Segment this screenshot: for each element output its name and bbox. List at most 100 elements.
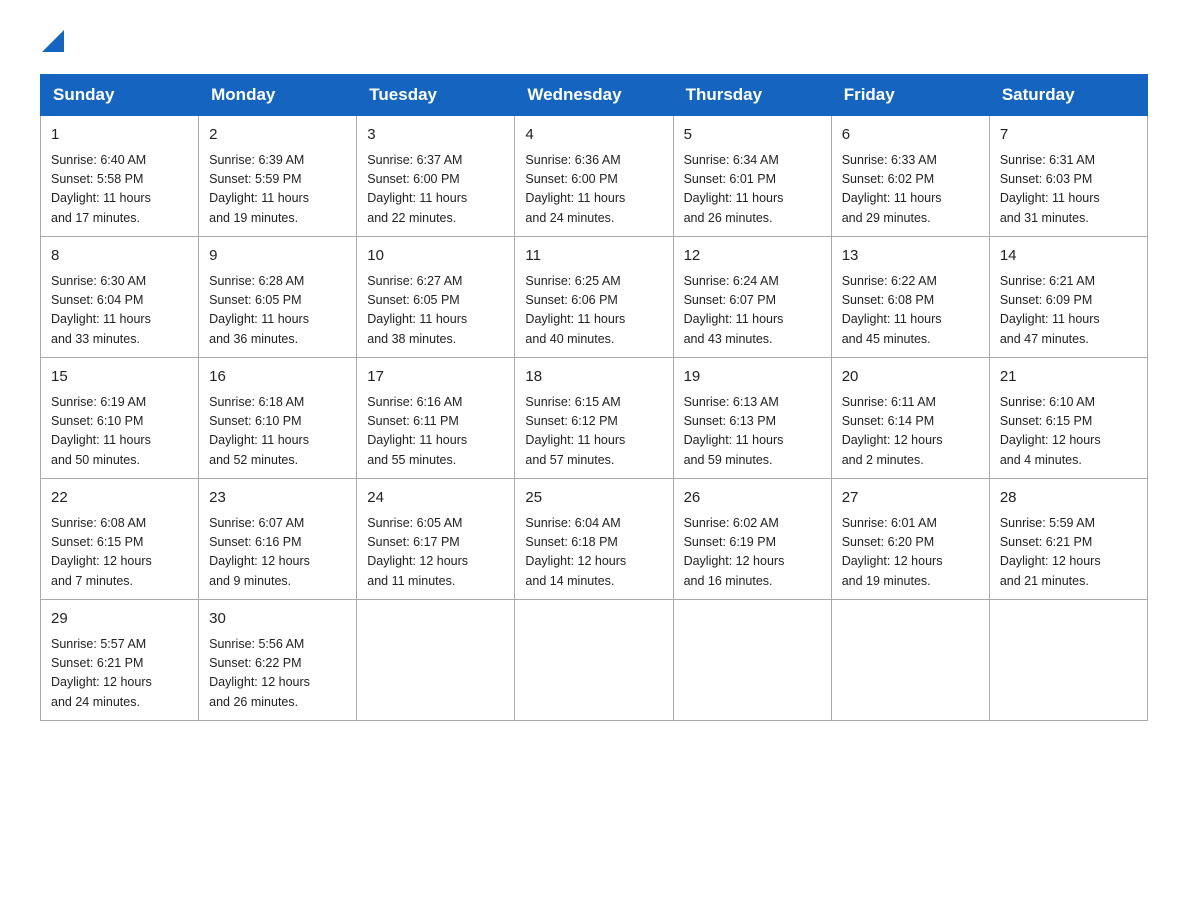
- calendar-header-row: SundayMondayTuesdayWednesdayThursdayFrid…: [41, 75, 1148, 116]
- calendar-cell: 23 Sunrise: 6:07 AMSunset: 6:16 PMDaylig…: [199, 479, 357, 600]
- calendar-cell: 24 Sunrise: 6:05 AMSunset: 6:17 PMDaylig…: [357, 479, 515, 600]
- day-info: Sunrise: 6:16 AMSunset: 6:11 PMDaylight:…: [367, 393, 504, 471]
- week-row-5: 29 Sunrise: 5:57 AMSunset: 6:21 PMDaylig…: [41, 600, 1148, 721]
- day-number: 2: [209, 124, 346, 147]
- day-info: Sunrise: 6:27 AMSunset: 6:05 PMDaylight:…: [367, 272, 504, 350]
- day-info: Sunrise: 6:13 AMSunset: 6:13 PMDaylight:…: [684, 393, 821, 471]
- day-number: 25: [525, 487, 662, 510]
- day-number: 9: [209, 245, 346, 268]
- day-number: 4: [525, 124, 662, 147]
- header-thursday: Thursday: [673, 75, 831, 116]
- day-number: 28: [1000, 487, 1137, 510]
- logo: [40, 30, 64, 54]
- day-info: Sunrise: 6:05 AMSunset: 6:17 PMDaylight:…: [367, 514, 504, 592]
- header-sunday: Sunday: [41, 75, 199, 116]
- calendar-cell: 13 Sunrise: 6:22 AMSunset: 6:08 PMDaylig…: [831, 237, 989, 358]
- day-number: 1: [51, 124, 188, 147]
- week-row-4: 22 Sunrise: 6:08 AMSunset: 6:15 PMDaylig…: [41, 479, 1148, 600]
- day-number: 10: [367, 245, 504, 268]
- calendar-cell: 16 Sunrise: 6:18 AMSunset: 6:10 PMDaylig…: [199, 358, 357, 479]
- logo-triangle-icon: [42, 30, 64, 52]
- day-info: Sunrise: 6:31 AMSunset: 6:03 PMDaylight:…: [1000, 151, 1137, 229]
- day-number: 16: [209, 366, 346, 389]
- calendar-cell: 20 Sunrise: 6:11 AMSunset: 6:14 PMDaylig…: [831, 358, 989, 479]
- day-number: 14: [1000, 245, 1137, 268]
- day-number: 26: [684, 487, 821, 510]
- day-number: 24: [367, 487, 504, 510]
- header-wednesday: Wednesday: [515, 75, 673, 116]
- day-info: Sunrise: 6:07 AMSunset: 6:16 PMDaylight:…: [209, 514, 346, 592]
- calendar-cell: 8 Sunrise: 6:30 AMSunset: 6:04 PMDayligh…: [41, 237, 199, 358]
- calendar-cell: 27 Sunrise: 6:01 AMSunset: 6:20 PMDaylig…: [831, 479, 989, 600]
- day-info: Sunrise: 5:59 AMSunset: 6:21 PMDaylight:…: [1000, 514, 1137, 592]
- calendar-cell: 6 Sunrise: 6:33 AMSunset: 6:02 PMDayligh…: [831, 116, 989, 237]
- calendar-cell: 18 Sunrise: 6:15 AMSunset: 6:12 PMDaylig…: [515, 358, 673, 479]
- day-number: 27: [842, 487, 979, 510]
- day-info: Sunrise: 6:18 AMSunset: 6:10 PMDaylight:…: [209, 393, 346, 471]
- day-number: 12: [684, 245, 821, 268]
- day-info: Sunrise: 6:36 AMSunset: 6:00 PMDaylight:…: [525, 151, 662, 229]
- week-row-3: 15 Sunrise: 6:19 AMSunset: 6:10 PMDaylig…: [41, 358, 1148, 479]
- day-info: Sunrise: 6:37 AMSunset: 6:00 PMDaylight:…: [367, 151, 504, 229]
- day-info: Sunrise: 6:24 AMSunset: 6:07 PMDaylight:…: [684, 272, 821, 350]
- day-number: 6: [842, 124, 979, 147]
- calendar-table: SundayMondayTuesdayWednesdayThursdayFrid…: [40, 74, 1148, 721]
- day-number: 13: [842, 245, 979, 268]
- day-info: Sunrise: 6:40 AMSunset: 5:58 PMDaylight:…: [51, 151, 188, 229]
- calendar-cell: 2 Sunrise: 6:39 AMSunset: 5:59 PMDayligh…: [199, 116, 357, 237]
- header-tuesday: Tuesday: [357, 75, 515, 116]
- calendar-cell: [831, 600, 989, 721]
- calendar-cell: 12 Sunrise: 6:24 AMSunset: 6:07 PMDaylig…: [673, 237, 831, 358]
- day-info: Sunrise: 5:57 AMSunset: 6:21 PMDaylight:…: [51, 635, 188, 713]
- day-number: 17: [367, 366, 504, 389]
- calendar-cell: 22 Sunrise: 6:08 AMSunset: 6:15 PMDaylig…: [41, 479, 199, 600]
- day-info: Sunrise: 6:01 AMSunset: 6:20 PMDaylight:…: [842, 514, 979, 592]
- calendar-cell: 10 Sunrise: 6:27 AMSunset: 6:05 PMDaylig…: [357, 237, 515, 358]
- calendar-cell: [989, 600, 1147, 721]
- calendar-cell: 5 Sunrise: 6:34 AMSunset: 6:01 PMDayligh…: [673, 116, 831, 237]
- day-number: 18: [525, 366, 662, 389]
- calendar-cell: 9 Sunrise: 6:28 AMSunset: 6:05 PMDayligh…: [199, 237, 357, 358]
- header-friday: Friday: [831, 75, 989, 116]
- day-info: Sunrise: 6:04 AMSunset: 6:18 PMDaylight:…: [525, 514, 662, 592]
- header-saturday: Saturday: [989, 75, 1147, 116]
- calendar-cell: [673, 600, 831, 721]
- day-number: 7: [1000, 124, 1137, 147]
- calendar-cell: 11 Sunrise: 6:25 AMSunset: 6:06 PMDaylig…: [515, 237, 673, 358]
- day-info: Sunrise: 6:08 AMSunset: 6:15 PMDaylight:…: [51, 514, 188, 592]
- day-number: 19: [684, 366, 821, 389]
- day-info: Sunrise: 6:11 AMSunset: 6:14 PMDaylight:…: [842, 393, 979, 471]
- calendar-cell: 7 Sunrise: 6:31 AMSunset: 6:03 PMDayligh…: [989, 116, 1147, 237]
- day-info: Sunrise: 6:33 AMSunset: 6:02 PMDaylight:…: [842, 151, 979, 229]
- day-number: 8: [51, 245, 188, 268]
- calendar-cell: 1 Sunrise: 6:40 AMSunset: 5:58 PMDayligh…: [41, 116, 199, 237]
- day-number: 23: [209, 487, 346, 510]
- day-number: 15: [51, 366, 188, 389]
- day-number: 20: [842, 366, 979, 389]
- day-number: 5: [684, 124, 821, 147]
- day-info: Sunrise: 6:21 AMSunset: 6:09 PMDaylight:…: [1000, 272, 1137, 350]
- calendar-cell: 26 Sunrise: 6:02 AMSunset: 6:19 PMDaylig…: [673, 479, 831, 600]
- day-number: 3: [367, 124, 504, 147]
- week-row-1: 1 Sunrise: 6:40 AMSunset: 5:58 PMDayligh…: [41, 116, 1148, 237]
- calendar-cell: [357, 600, 515, 721]
- calendar-cell: [515, 600, 673, 721]
- day-info: Sunrise: 6:19 AMSunset: 6:10 PMDaylight:…: [51, 393, 188, 471]
- calendar-cell: 3 Sunrise: 6:37 AMSunset: 6:00 PMDayligh…: [357, 116, 515, 237]
- calendar-cell: 29 Sunrise: 5:57 AMSunset: 6:21 PMDaylig…: [41, 600, 199, 721]
- day-info: Sunrise: 6:22 AMSunset: 6:08 PMDaylight:…: [842, 272, 979, 350]
- day-info: Sunrise: 6:34 AMSunset: 6:01 PMDaylight:…: [684, 151, 821, 229]
- calendar-cell: 15 Sunrise: 6:19 AMSunset: 6:10 PMDaylig…: [41, 358, 199, 479]
- day-info: Sunrise: 6:15 AMSunset: 6:12 PMDaylight:…: [525, 393, 662, 471]
- calendar-cell: 25 Sunrise: 6:04 AMSunset: 6:18 PMDaylig…: [515, 479, 673, 600]
- day-number: 21: [1000, 366, 1137, 389]
- header-monday: Monday: [199, 75, 357, 116]
- calendar-cell: 4 Sunrise: 6:36 AMSunset: 6:00 PMDayligh…: [515, 116, 673, 237]
- day-info: Sunrise: 6:10 AMSunset: 6:15 PMDaylight:…: [1000, 393, 1137, 471]
- week-row-2: 8 Sunrise: 6:30 AMSunset: 6:04 PMDayligh…: [41, 237, 1148, 358]
- calendar-cell: 19 Sunrise: 6:13 AMSunset: 6:13 PMDaylig…: [673, 358, 831, 479]
- day-info: Sunrise: 6:25 AMSunset: 6:06 PMDaylight:…: [525, 272, 662, 350]
- day-info: Sunrise: 6:02 AMSunset: 6:19 PMDaylight:…: [684, 514, 821, 592]
- day-info: Sunrise: 5:56 AMSunset: 6:22 PMDaylight:…: [209, 635, 346, 713]
- day-info: Sunrise: 6:28 AMSunset: 6:05 PMDaylight:…: [209, 272, 346, 350]
